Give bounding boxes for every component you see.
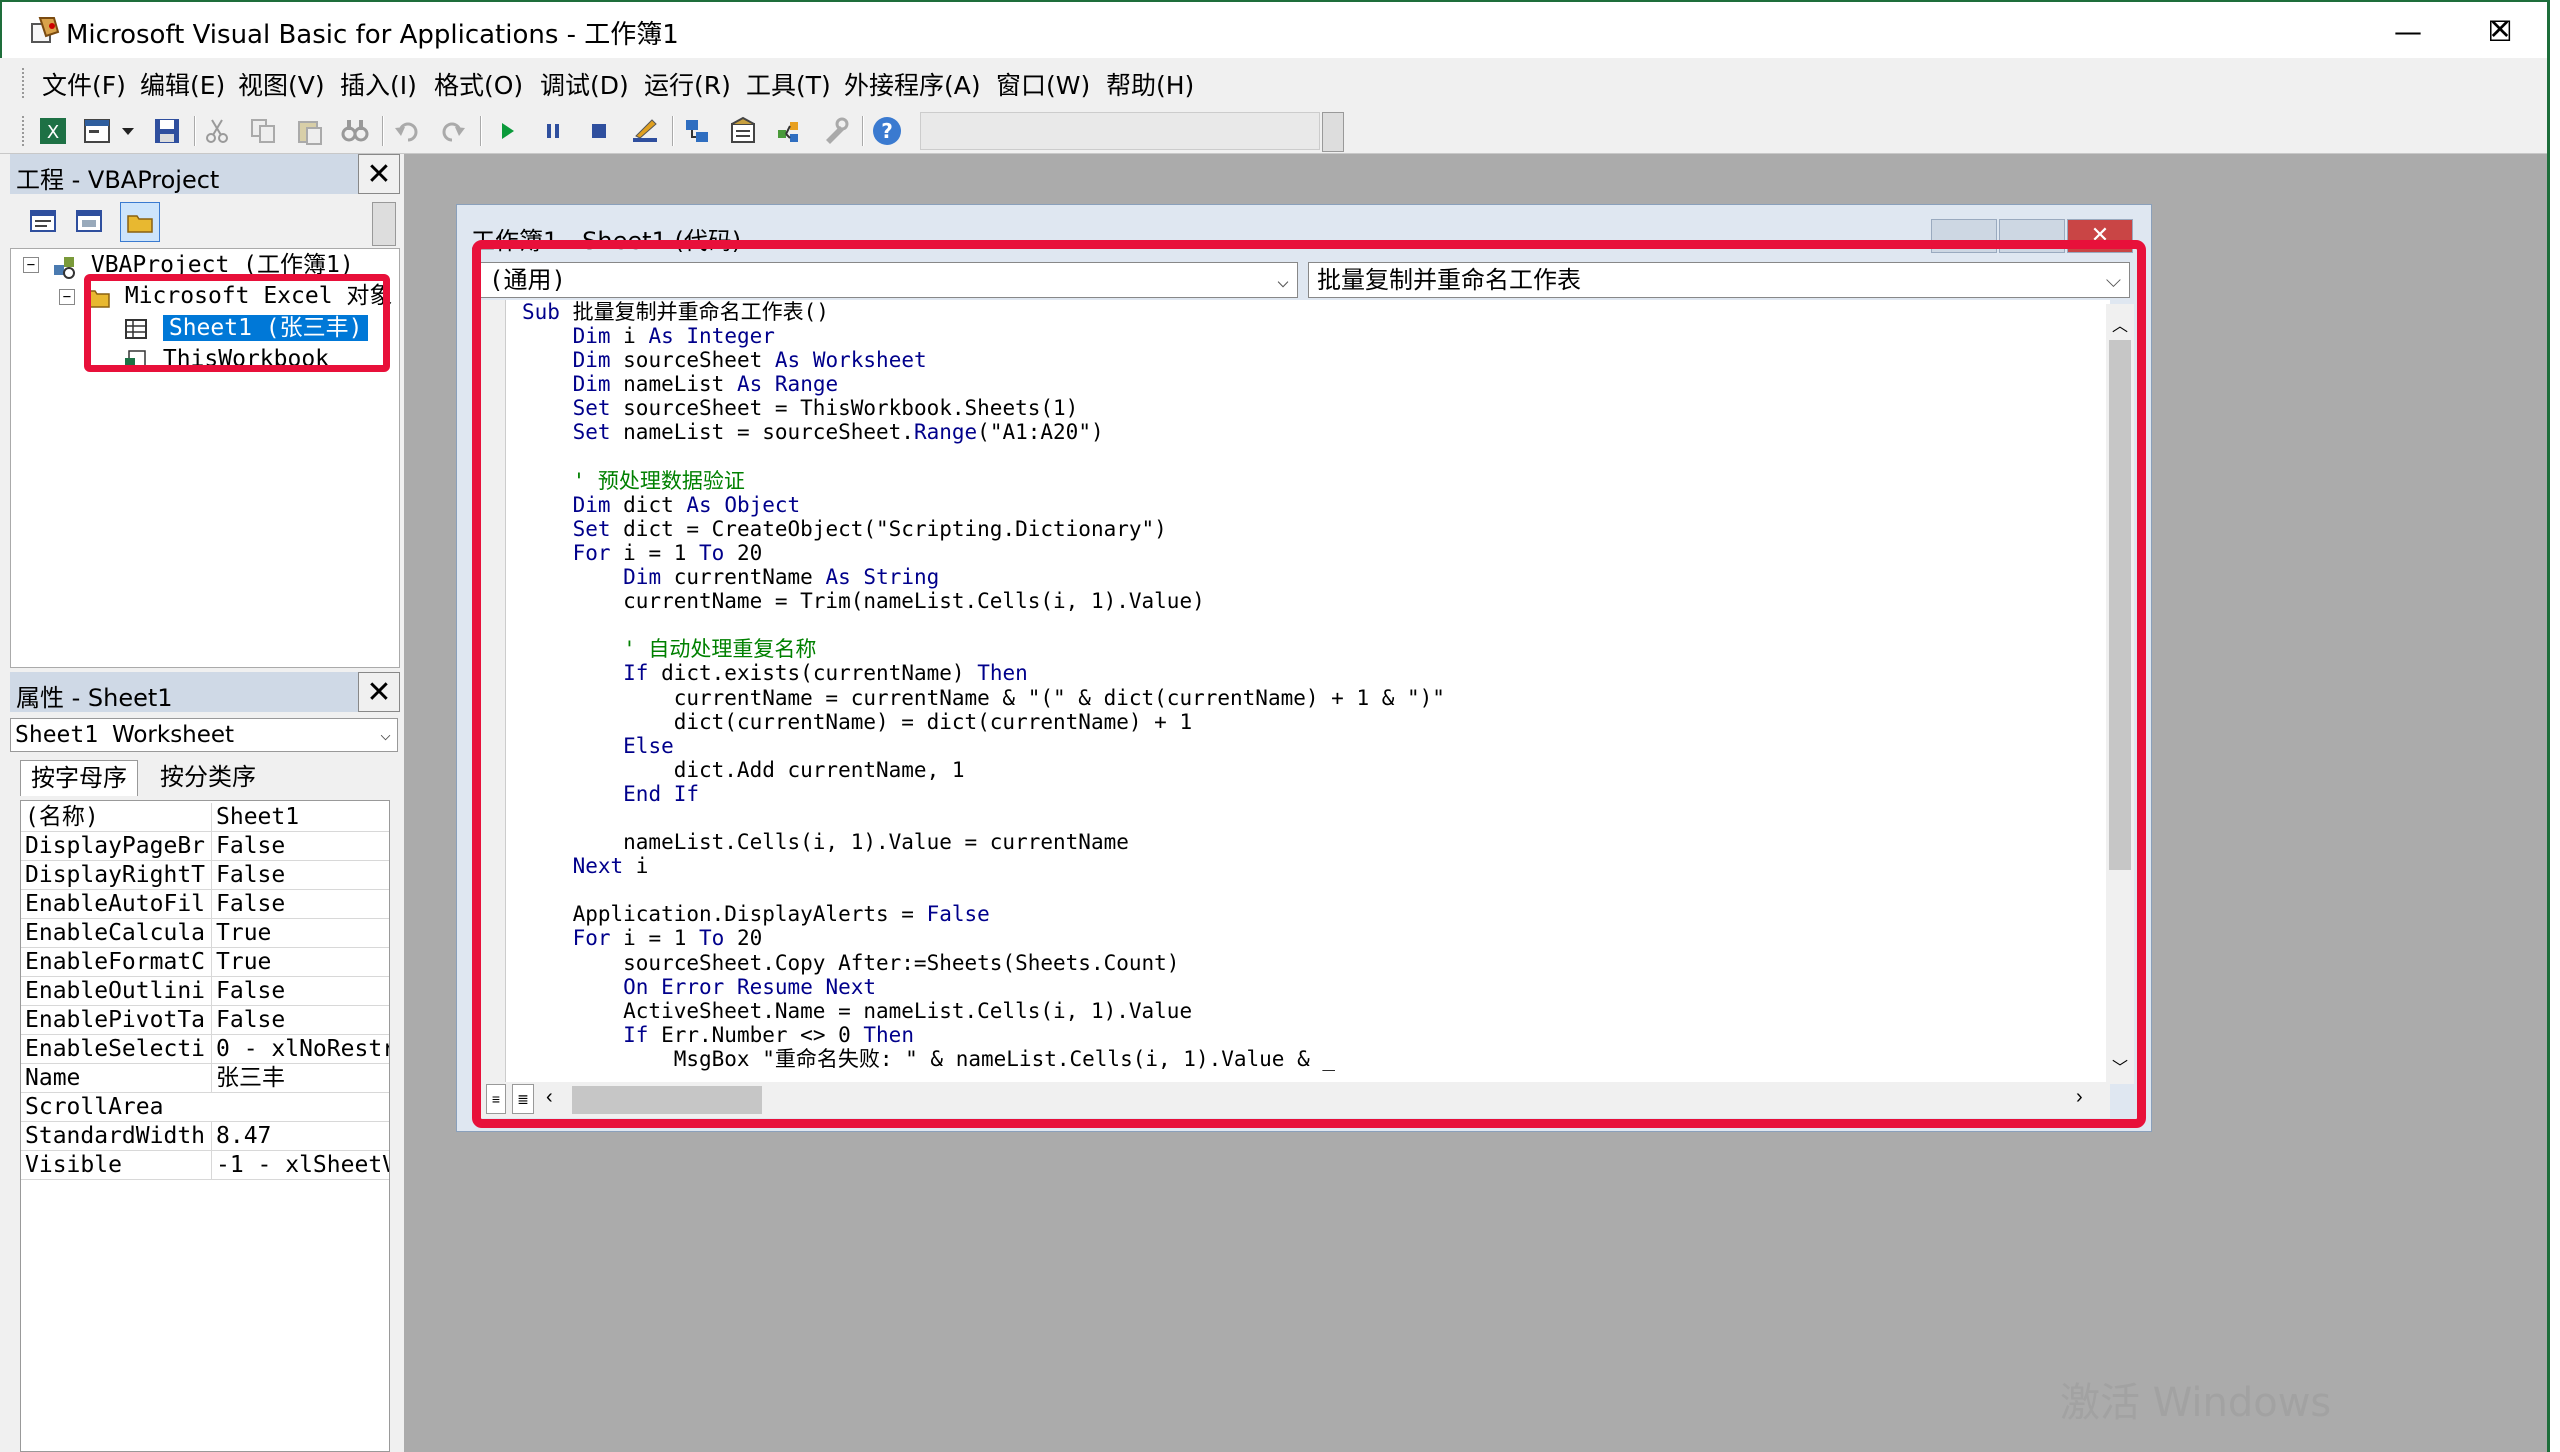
project-panel-title: 工程 - VBAProject xyxy=(16,166,220,194)
activation-watermark: 激活 Windows xyxy=(2060,1380,2332,1426)
object-browser-icon[interactable] xyxy=(772,114,806,148)
project-explorer-icon[interactable] xyxy=(680,114,714,148)
toolbar-grip xyxy=(22,116,26,146)
close-window-button[interactable]: ✕ xyxy=(2454,0,2546,58)
property-row[interactable]: ScrollArea xyxy=(21,1093,389,1122)
property-row[interactable]: EnablePivotTableFalse xyxy=(21,1006,389,1035)
properties-grid: (名称)Sheet1 DisplayPageBreaksFalse Displa… xyxy=(20,800,390,1452)
tree-highlight-box xyxy=(84,274,390,372)
collapse-folder-icon[interactable]: − xyxy=(59,289,75,305)
menu-window[interactable]: 窗口(W) xyxy=(996,66,1090,102)
property-row[interactable]: DisplayRightToLeftFalse xyxy=(21,861,389,890)
pause-icon[interactable] xyxy=(536,114,570,148)
menu-file[interactable]: 文件(F) xyxy=(42,66,126,102)
property-row[interactable]: EnableCalculationTrue xyxy=(21,919,389,948)
properties-panel-title: 属性 - Sheet1 xyxy=(16,684,173,712)
project-toolbar-overflow[interactable] xyxy=(372,202,396,246)
toolbar-status-box xyxy=(920,112,1320,150)
properties-tabs: 按字母序 按分类序 xyxy=(10,756,398,798)
vba-app-icon xyxy=(31,17,60,43)
project-panel-close-button[interactable]: ✕ xyxy=(358,154,400,194)
paste-icon[interactable] xyxy=(292,114,326,148)
minimize-button[interactable]: — xyxy=(2362,2,2454,60)
property-row[interactable]: Visible-1 - xlSheetVisible xyxy=(21,1151,389,1180)
stop-icon[interactable] xyxy=(582,114,616,148)
properties-panel-close-button[interactable]: ✕ xyxy=(358,672,400,712)
property-row[interactable]: (名称) Sheet1 xyxy=(21,803,389,832)
chevron-down-icon: ⌵ xyxy=(380,724,391,745)
menu-addins[interactable]: 外接程序(A) xyxy=(844,66,981,102)
code-highlight-box xyxy=(472,240,2146,1128)
menu-edit[interactable]: 编辑(E) xyxy=(140,66,225,102)
properties-object-select[interactable]: Sheet1 Worksheet ⌵ xyxy=(10,718,398,752)
design-mode-icon[interactable] xyxy=(628,114,662,148)
dropdown-arrow-icon[interactable] xyxy=(118,114,138,148)
help-icon[interactable]: ? xyxy=(870,114,904,148)
svg-text:X: X xyxy=(47,122,59,143)
menu-insert[interactable]: 插入(I) xyxy=(340,66,417,102)
window-title: Microsoft Visual Basic for Applications … xyxy=(66,20,679,50)
property-row[interactable]: EnableOutliningFalse xyxy=(21,977,389,1006)
standard-toolbar: X ? xyxy=(0,108,2547,154)
project-panel-header: 工程 - VBAProject ✕ xyxy=(10,154,400,194)
menu-format[interactable]: 格式(O) xyxy=(434,66,523,102)
view-code-icon[interactable] xyxy=(26,204,60,238)
vbaproject-icon xyxy=(54,256,75,279)
property-row[interactable]: StandardWidth 8.47 xyxy=(21,1122,389,1151)
toolbox-icon[interactable] xyxy=(818,114,852,148)
redo-icon[interactable] xyxy=(436,114,470,148)
menu-debug[interactable]: 调试(D) xyxy=(540,66,629,102)
excel-icon[interactable]: X xyxy=(36,114,70,148)
menu-bar: 文件(F) 编辑(E) 视图(V) 插入(I) 格式(O) 调试(D) 运行(R… xyxy=(0,58,2547,108)
menu-tools[interactable]: 工具(T) xyxy=(746,66,831,102)
tab-categorized[interactable]: 按分类序 xyxy=(150,760,266,796)
menu-view[interactable]: 视图(V) xyxy=(238,66,325,102)
property-row[interactable]: Name 张三丰 xyxy=(21,1064,389,1093)
menu-help[interactable]: 帮助(H) xyxy=(1106,66,1194,102)
properties-icon[interactable] xyxy=(726,114,760,148)
cut-icon[interactable] xyxy=(200,114,234,148)
copy-icon[interactable] xyxy=(246,114,280,148)
collapse-root-icon[interactable]: − xyxy=(23,257,39,273)
window-edge xyxy=(2547,0,2560,1452)
properties-panel-header: 属性 - Sheet1 ✕ xyxy=(10,672,400,712)
property-row[interactable]: EnableSelection0 - xlNoRestrictions xyxy=(21,1035,389,1064)
property-row[interactable]: EnableAutoFilterFalse xyxy=(21,890,389,919)
project-toolbar xyxy=(10,196,400,248)
title-bar: Microsoft Visual Basic for Applications … xyxy=(0,0,2547,58)
menu-run[interactable]: 运行(R) xyxy=(644,66,731,102)
tab-alphabetic[interactable]: 按字母序 xyxy=(20,760,138,796)
menu-grip xyxy=(22,68,26,98)
find-icon[interactable] xyxy=(338,114,372,148)
insert-form-icon[interactable] xyxy=(80,114,114,148)
undo-icon[interactable] xyxy=(390,114,424,148)
toolbar-overflow-button[interactable] xyxy=(1322,112,1344,152)
property-row[interactable]: EnableFormatConditionsCalculationTrue xyxy=(21,948,389,977)
properties-object-name: Sheet1 xyxy=(15,722,99,748)
properties-object-type: Worksheet xyxy=(111,722,235,748)
svg-text:?: ? xyxy=(881,119,893,143)
property-row[interactable]: DisplayPageBreaksFalse xyxy=(21,832,389,861)
save-icon[interactable] xyxy=(150,114,184,148)
view-object-icon[interactable] xyxy=(72,204,106,238)
run-icon[interactable] xyxy=(490,114,524,148)
toggle-folders-icon[interactable] xyxy=(120,202,160,242)
